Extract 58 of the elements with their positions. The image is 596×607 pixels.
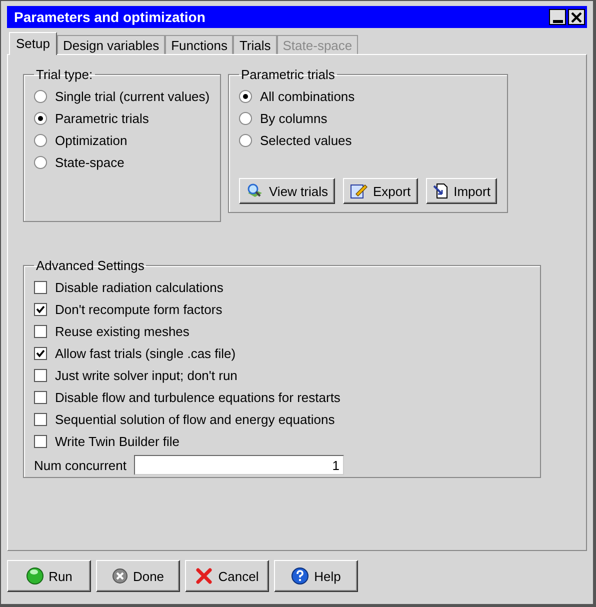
close-icon <box>571 12 582 22</box>
action-button[interactable]: Import <box>426 178 498 204</box>
pencil-icon <box>350 183 368 199</box>
radio-button[interactable] <box>34 112 47 124</box>
document-icon <box>432 183 449 199</box>
radio-button[interactable] <box>239 90 252 102</box>
group-title: Parametric trials <box>240 67 336 82</box>
checkbox[interactable] <box>34 280 47 294</box>
option-label: Just write solver input; don't run <box>55 368 238 382</box>
window-title: Parameters and optimization <box>14 9 206 25</box>
option-label: Allow fast trials (single .cas file) <box>55 346 236 360</box>
radio-button[interactable] <box>34 90 47 102</box>
tab[interactable]: Design variables <box>56 35 166 54</box>
input-field[interactable]: 1 <box>134 455 344 475</box>
checkbox[interactable] <box>34 302 47 316</box>
checkbox[interactable] <box>34 368 47 382</box>
option-label: Sequential solution of flow and energy equations <box>55 412 335 426</box>
checkbox[interactable] <box>34 324 47 338</box>
option-label: Parametric trials <box>55 110 149 126</box>
action-button[interactable]: Export <box>343 178 418 204</box>
option-label: All combinations <box>260 88 355 104</box>
option-label: By columns <box>260 110 328 126</box>
checkbox[interactable] <box>34 412 47 426</box>
option-label: Don't recompute form factors <box>55 302 222 316</box>
checkbox[interactable] <box>34 346 47 360</box>
cross-icon <box>195 567 214 585</box>
dialog-button[interactable]: Run <box>7 560 91 592</box>
ball-icon <box>26 567 44 585</box>
radio-button[interactable] <box>239 112 252 124</box>
x-circle-icon <box>112 568 128 584</box>
radio-button[interactable] <box>239 134 252 146</box>
checkbox[interactable] <box>34 434 47 448</box>
radio-button[interactable] <box>34 134 47 146</box>
minimize-button[interactable] <box>549 9 566 25</box>
dialog-button[interactable]: Cancel <box>185 560 269 592</box>
tab[interactable]: Trials <box>233 35 277 54</box>
dialog-button[interactable]: Help <box>274 560 358 592</box>
option-label: Single trial (current values) <box>55 88 210 104</box>
option-label: State-space <box>55 154 124 170</box>
group-title: Trial type: <box>35 67 94 82</box>
dialog-button[interactable]: Done <box>96 560 180 592</box>
option-label: Disable radiation calculations <box>55 280 224 294</box>
tab[interactable]: Setup <box>9 32 57 55</box>
help-icon <box>291 567 310 585</box>
option-label: Optimization <box>55 132 128 148</box>
option-label: Disable flow and turbulence equations for restarts <box>55 390 340 404</box>
minimize-icon <box>552 20 562 22</box>
tab[interactable]: Functions <box>165 35 234 54</box>
radio-button[interactable] <box>34 156 47 168</box>
option-label: Reuse existing meshes <box>55 324 190 338</box>
group-title: Advanced Settings <box>35 258 146 273</box>
field-label: Num concurrent <box>34 458 126 472</box>
checkbox[interactable] <box>34 390 47 404</box>
option-label: Selected values <box>260 132 352 148</box>
close-button[interactable] <box>568 9 585 25</box>
magnifier-icon <box>246 183 264 199</box>
action-button[interactable]: View trials <box>239 178 336 204</box>
option-label: Write Twin Builder file <box>55 434 180 448</box>
